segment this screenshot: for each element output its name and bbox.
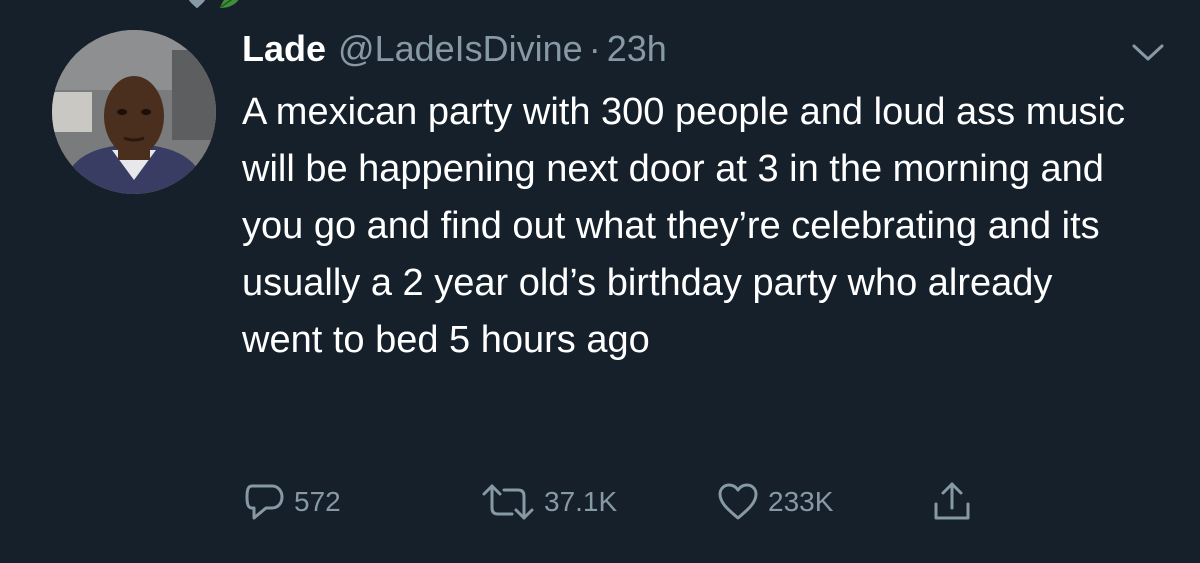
like-button[interactable]: 233K bbox=[716, 482, 930, 522]
avatar-photo bbox=[52, 30, 216, 194]
retweet-count: 37.1K bbox=[544, 486, 618, 517]
reply-icon bbox=[245, 484, 284, 520]
share-icon bbox=[934, 482, 970, 520]
tweet-header: Lade @LadeIsDivine · 23h bbox=[242, 28, 1142, 80]
separator-dot: · bbox=[588, 28, 601, 69]
tweet[interactable]: Lade @LadeIsDivine · 23h A mexican party… bbox=[242, 28, 1164, 369]
like-count: 233K bbox=[768, 486, 834, 517]
liked-heart-icon bbox=[188, 0, 206, 9]
share-button[interactable] bbox=[930, 480, 974, 524]
tweet-actions: 572 37.1K 233K bbox=[244, 478, 974, 526]
leaf-emoji-icon bbox=[220, 0, 239, 8]
heart-icon bbox=[718, 483, 758, 520]
author-name[interactable]: Lade bbox=[242, 28, 326, 70]
avatar[interactable] bbox=[52, 30, 216, 194]
author-handle[interactable]: @LadeIsDivine bbox=[338, 28, 583, 70]
reply-button[interactable]: 572 bbox=[244, 482, 480, 522]
retweet-button[interactable]: 37.1K bbox=[480, 482, 716, 522]
tweet-timestamp[interactable]: 23h bbox=[607, 28, 667, 70]
social-context bbox=[186, 0, 244, 14]
retweet-icon bbox=[482, 484, 534, 520]
reply-count: 572 bbox=[294, 486, 341, 517]
chevron-down-icon[interactable] bbox=[1130, 40, 1166, 64]
tweet-text: A mexican party with 300 people and loud… bbox=[242, 91, 1125, 361]
